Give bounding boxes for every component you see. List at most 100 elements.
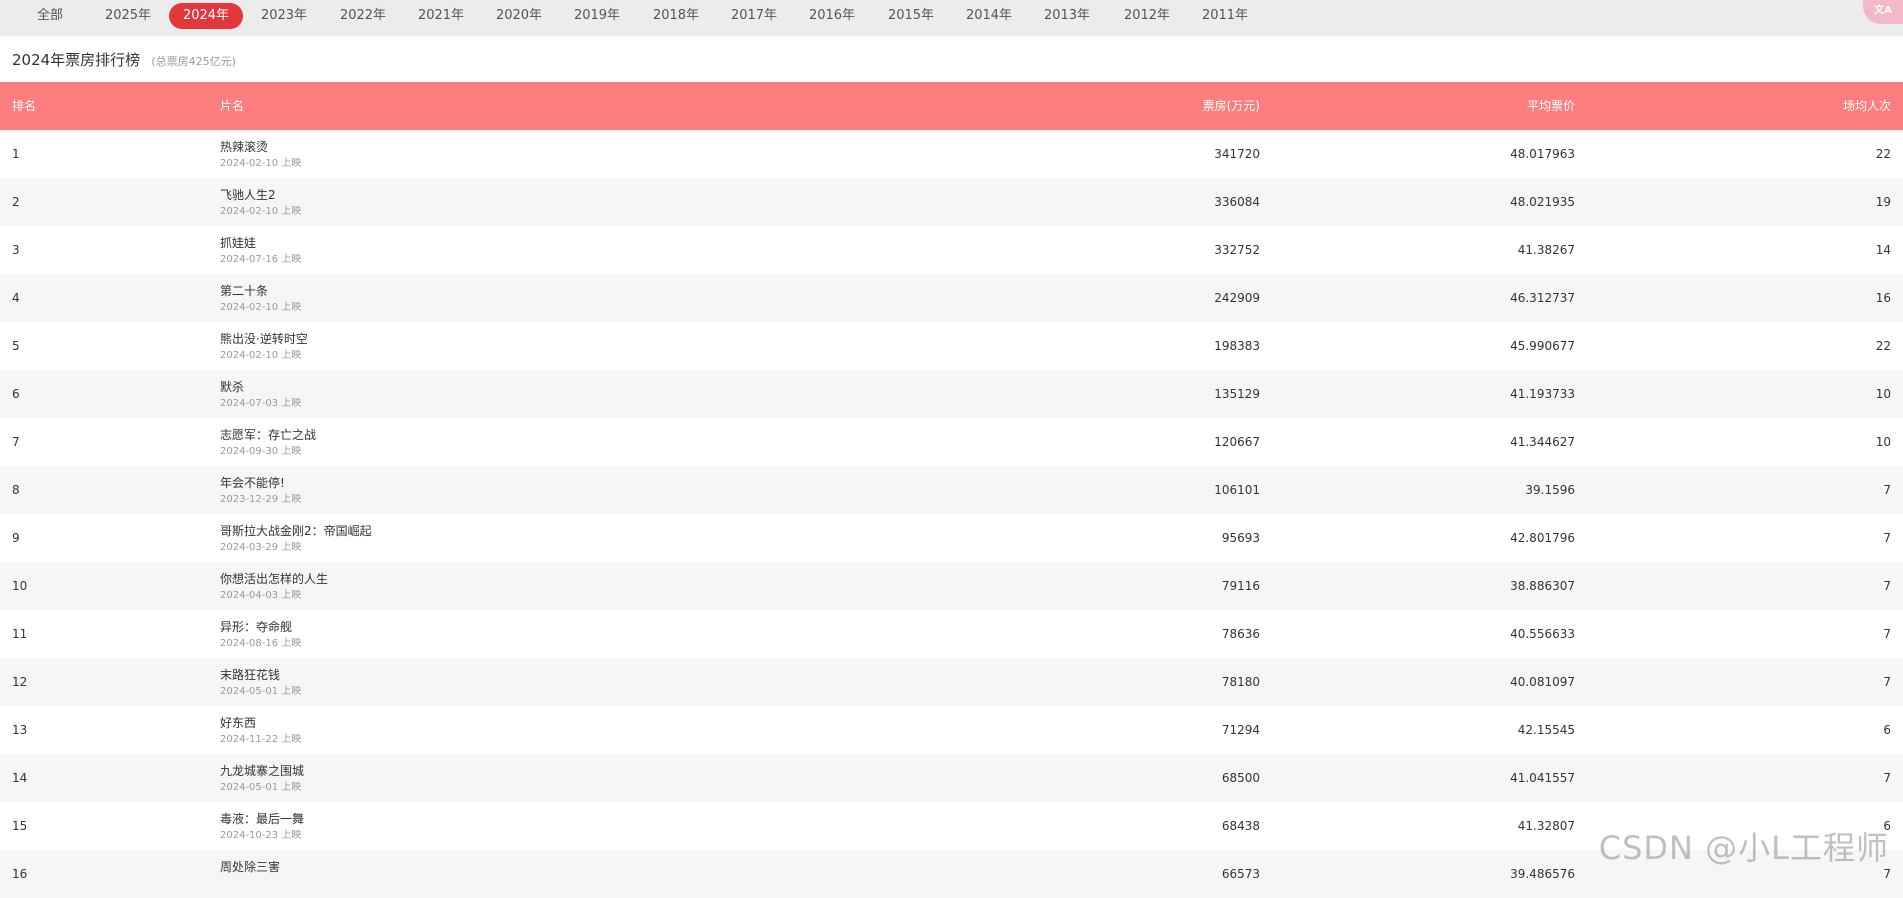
cell-avg-price: 48.021935 xyxy=(1510,178,1575,226)
movie-title[interactable]: 好东西 xyxy=(220,715,301,731)
cell-box-office: 71294 xyxy=(1222,706,1260,754)
header-box-office: 票房(万元) xyxy=(1203,82,1260,130)
year-tab[interactable]: 2021年 xyxy=(414,3,468,29)
cell-avg-attendance: 14 xyxy=(1876,226,1891,274)
movie-title[interactable]: 周处除三害 xyxy=(220,859,280,875)
movie-title[interactable]: 哥斯拉大战金刚2：帝国崛起 xyxy=(220,523,372,539)
table-row[interactable]: 12末路狂花钱2024-05-01 上映7818040.0810977 xyxy=(0,658,1903,706)
cell-box-office: 66573 xyxy=(1222,850,1260,898)
cell-name: 第二十条2024-02-10 上映 xyxy=(220,283,301,315)
title-row: 2024年票房排行榜 (总票房425亿元) xyxy=(12,50,236,70)
watermark: CSDN @小L工程师 xyxy=(1599,823,1889,869)
movie-title[interactable]: 毒液：最后一舞 xyxy=(220,811,304,827)
release-date: 2024-02-10 上映 xyxy=(220,156,301,171)
header-name: 片名 xyxy=(220,82,244,130)
year-tab[interactable]: 2016年 xyxy=(805,3,859,29)
cell-avg-attendance: 10 xyxy=(1876,418,1891,466)
cell-box-office: 120667 xyxy=(1214,418,1260,466)
table-row[interactable]: 11异形：夺命舰2024-08-16 上映7863640.5566337 xyxy=(0,610,1903,658)
table-row[interactable]: 10你想活出怎样的人生2024-04-03 上映7911638.8863077 xyxy=(0,562,1903,610)
table-row[interactable]: 5熊出没·逆转时空2024-02-10 上映19838345.99067722 xyxy=(0,322,1903,370)
table-row[interactable]: 8年会不能停!2023-12-29 上映10610139.15967 xyxy=(0,466,1903,514)
year-tab[interactable]: 2019年 xyxy=(570,3,624,29)
cell-name: 好东西2024-11-22 上映 xyxy=(220,715,301,747)
release-date: 2024-07-16 上映 xyxy=(220,252,301,267)
year-tab[interactable]: 2017年 xyxy=(727,3,781,29)
year-tab[interactable]: 2020年 xyxy=(492,3,546,29)
page-subtitle: (总票房425亿元) xyxy=(151,55,236,68)
cell-avg-price: 41.38267 xyxy=(1518,226,1575,274)
movie-title[interactable]: 热辣滚烫 xyxy=(220,139,301,155)
table-row[interactable]: 9哥斯拉大战金刚2：帝国崛起2024-03-29 上映9569342.80179… xyxy=(0,514,1903,562)
table-row[interactable]: 3抓娃娃2024-07-16 上映33275241.3826714 xyxy=(0,226,1903,274)
year-tab[interactable]: 2011年 xyxy=(1198,3,1252,29)
cell-box-office: 242909 xyxy=(1214,274,1260,322)
cell-name: 志愿军：存亡之战2024-09-30 上映 xyxy=(220,427,316,459)
cell-rank: 5 xyxy=(12,322,20,370)
release-date: 2024-08-16 上映 xyxy=(220,636,301,651)
movie-title[interactable]: 默杀 xyxy=(220,379,301,395)
movie-title[interactable]: 异形：夺命舰 xyxy=(220,619,301,635)
table-row[interactable]: 4第二十条2024-02-10 上映24290946.31273716 xyxy=(0,274,1903,322)
table-row[interactable]: 14九龙城寨之围城2024-05-01 上映6850041.0415577 xyxy=(0,754,1903,802)
cell-name: 哥斯拉大战金刚2：帝国崛起2024-03-29 上映 xyxy=(220,523,372,555)
cell-name: 抓娃娃2024-07-16 上映 xyxy=(220,235,301,267)
cell-name: 默杀2024-07-03 上映 xyxy=(220,379,301,411)
movie-title[interactable]: 抓娃娃 xyxy=(220,235,301,251)
cell-avg-price: 41.344627 xyxy=(1510,418,1575,466)
movie-title[interactable]: 飞驰人生2 xyxy=(220,187,301,203)
movie-title[interactable]: 末路狂花钱 xyxy=(220,667,301,683)
cell-box-office: 78636 xyxy=(1222,610,1260,658)
cell-avg-price: 45.990677 xyxy=(1510,322,1575,370)
year-tab[interactable]: 全部 xyxy=(26,3,74,29)
year-tab[interactable]: 2012年 xyxy=(1120,3,1174,29)
cell-rank: 8 xyxy=(12,466,20,514)
cell-avg-price: 42.15545 xyxy=(1518,706,1575,754)
cell-name: 末路狂花钱2024-05-01 上映 xyxy=(220,667,301,699)
year-tab[interactable]: 2018年 xyxy=(649,3,703,29)
table-header: 排名 片名 票房(万元) 平均票价 场均人次 xyxy=(0,82,1903,130)
movie-title[interactable]: 年会不能停! xyxy=(220,475,301,491)
cell-box-office: 341720 xyxy=(1214,130,1260,178)
table-row[interactable]: 13好东西2024-11-22 上映7129442.155456 xyxy=(0,706,1903,754)
cell-avg-price: 41.193733 xyxy=(1510,370,1575,418)
table-row[interactable]: 1热辣滚烫2024-02-10 上映34172048.01796322 xyxy=(0,130,1903,178)
year-tab[interactable]: 2025年 xyxy=(101,3,155,29)
cell-name: 年会不能停!2023-12-29 上映 xyxy=(220,475,301,507)
year-tab[interactable]: 2024年 xyxy=(169,3,243,29)
release-date: 2024-03-29 上映 xyxy=(220,540,372,555)
year-tab[interactable]: 2022年 xyxy=(336,3,390,29)
cell-name: 周处除三害 xyxy=(220,859,280,876)
year-tab[interactable]: 2014年 xyxy=(962,3,1016,29)
release-date: 2024-11-22 上映 xyxy=(220,732,301,747)
movie-title[interactable]: 你想活出怎样的人生 xyxy=(220,571,328,587)
cell-box-office: 135129 xyxy=(1214,370,1260,418)
movie-title[interactable]: 九龙城寨之围城 xyxy=(220,763,304,779)
movie-title[interactable]: 志愿军：存亡之战 xyxy=(220,427,316,443)
cell-avg-attendance: 7 xyxy=(1883,466,1891,514)
header-avg-attendance: 场均人次 xyxy=(1843,82,1891,130)
cell-rank: 15 xyxy=(12,802,27,850)
cell-avg-price: 40.081097 xyxy=(1510,658,1575,706)
table-row[interactable]: 2飞驰人生22024-02-10 上映33608448.02193519 xyxy=(0,178,1903,226)
release-date: 2024-10-23 上映 xyxy=(220,828,304,843)
cell-box-office: 79116 xyxy=(1222,562,1260,610)
cell-box-office: 336084 xyxy=(1214,178,1260,226)
cell-rank: 1 xyxy=(12,130,20,178)
cell-avg-attendance: 7 xyxy=(1883,658,1891,706)
cell-avg-attendance: 6 xyxy=(1883,706,1891,754)
year-tab[interactable]: 2023年 xyxy=(257,3,311,29)
cell-box-office: 106101 xyxy=(1214,466,1260,514)
translate-icon: 文A xyxy=(1874,5,1892,16)
cell-name: 熊出没·逆转时空2024-02-10 上映 xyxy=(220,331,308,363)
cell-rank: 12 xyxy=(12,658,27,706)
table-row[interactable]: 7志愿军：存亡之战2024-09-30 上映12066741.34462710 xyxy=(0,418,1903,466)
cell-avg-price: 41.32807 xyxy=(1518,802,1575,850)
cell-avg-price: 38.886307 xyxy=(1510,562,1575,610)
year-tab[interactable]: 2013年 xyxy=(1040,3,1094,29)
movie-title[interactable]: 熊出没·逆转时空 xyxy=(220,331,308,347)
cell-box-office: 68438 xyxy=(1222,802,1260,850)
table-row[interactable]: 6默杀2024-07-03 上映13512941.19373310 xyxy=(0,370,1903,418)
movie-title[interactable]: 第二十条 xyxy=(220,283,301,299)
year-tab[interactable]: 2015年 xyxy=(884,3,938,29)
